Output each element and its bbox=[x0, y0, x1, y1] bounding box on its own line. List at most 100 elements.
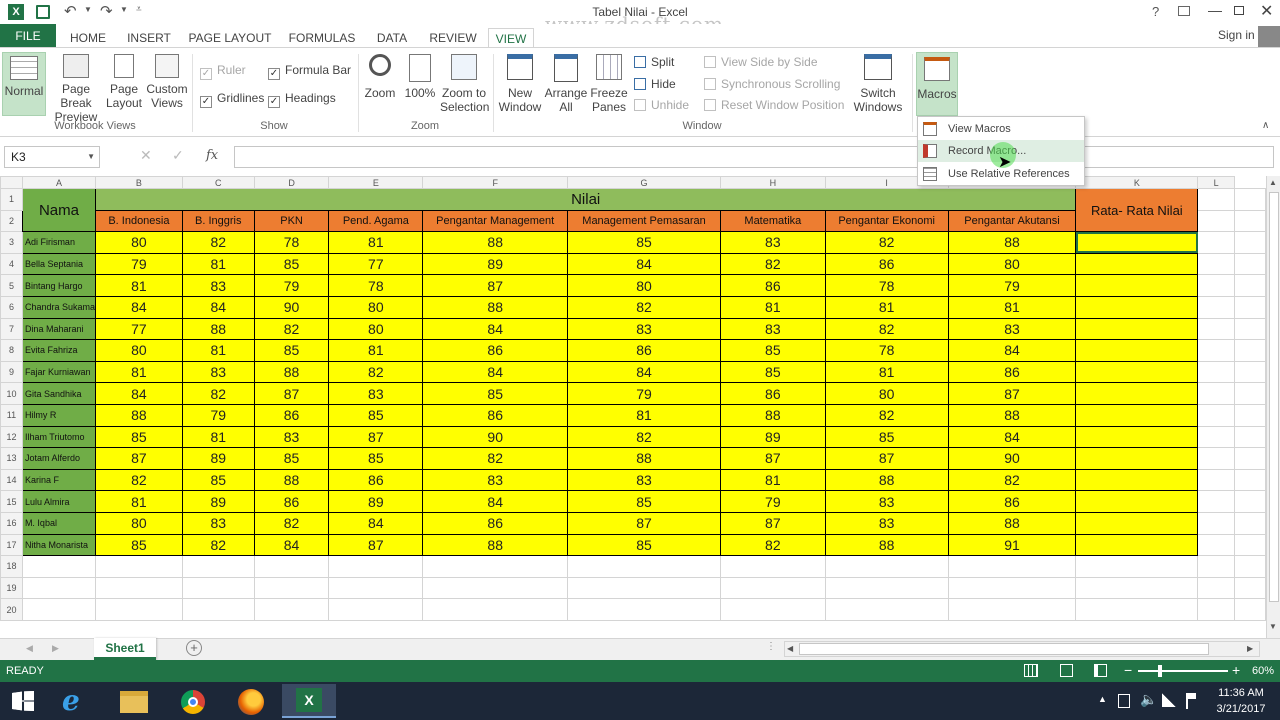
score-cell[interactable]: 88 bbox=[422, 295, 569, 319]
battery-icon[interactable] bbox=[1118, 694, 1130, 708]
cell[interactable] bbox=[1197, 403, 1236, 427]
cell[interactable] bbox=[1234, 598, 1266, 621]
average-cell[interactable] bbox=[1075, 425, 1199, 449]
column-header-l[interactable]: L bbox=[1197, 176, 1236, 189]
score-cell[interactable]: 86 bbox=[422, 339, 569, 362]
hscroll-thumb[interactable] bbox=[799, 643, 1209, 655]
cell[interactable] bbox=[1234, 188, 1266, 211]
student-name-cell[interactable]: Fajar Kurniawan bbox=[21, 360, 96, 384]
row-header[interactable]: 4 bbox=[0, 252, 23, 276]
score-cell[interactable]: 89 bbox=[328, 490, 424, 513]
zoom-100-button[interactable]: 100% bbox=[402, 54, 438, 100]
score-cell[interactable]: 84 bbox=[328, 511, 424, 535]
excel-taskbar-button[interactable]: X bbox=[282, 684, 336, 718]
subject-header-cell[interactable]: Pengantar Ekonomi bbox=[824, 209, 949, 233]
column-header-d[interactable]: D bbox=[253, 176, 330, 189]
row-header[interactable]: 8 bbox=[0, 339, 23, 362]
zoom-slider-thumb[interactable] bbox=[1158, 665, 1162, 677]
average-cell[interactable] bbox=[1075, 511, 1199, 535]
score-cell[interactable]: 80 bbox=[824, 382, 949, 405]
cell[interactable] bbox=[21, 555, 96, 578]
zoom-out-button[interactable]: − bbox=[1124, 662, 1132, 678]
scroll-left-tab-icon[interactable]: ◀ bbox=[26, 643, 33, 654]
score-cell[interactable]: 88 bbox=[719, 403, 826, 427]
cell[interactable] bbox=[567, 598, 721, 621]
average-cell[interactable] bbox=[1075, 490, 1199, 513]
cell[interactable] bbox=[422, 598, 569, 621]
score-cell[interactable]: 89 bbox=[181, 490, 255, 513]
column-header-g[interactable]: G bbox=[567, 176, 721, 189]
row-header[interactable]: 12 bbox=[0, 425, 23, 449]
score-cell[interactable]: 88 bbox=[94, 403, 183, 427]
cell[interactable] bbox=[1197, 252, 1236, 276]
zoom-to-selection-button[interactable]: Zoom to Selection bbox=[440, 54, 489, 114]
cell[interactable] bbox=[1197, 425, 1236, 449]
view-side-by-side-button[interactable]: View Side by Side bbox=[704, 54, 818, 70]
unhide-button[interactable]: Unhide bbox=[634, 97, 689, 113]
score-cell[interactable]: 78 bbox=[253, 231, 330, 254]
student-name-cell[interactable]: M. Iqbal bbox=[21, 511, 96, 535]
student-name-cell[interactable]: Dina Maharani bbox=[21, 317, 96, 341]
score-cell[interactable]: 81 bbox=[94, 490, 183, 513]
column-header-k[interactable]: K bbox=[1075, 176, 1199, 189]
formula-input[interactable] bbox=[234, 146, 1274, 168]
ribbon-display-options-icon[interactable] bbox=[1178, 6, 1190, 16]
score-cell[interactable]: 82 bbox=[328, 360, 424, 384]
page-layout-button[interactable]: Page Layout bbox=[104, 54, 144, 110]
cell[interactable] bbox=[1234, 555, 1266, 578]
cell[interactable] bbox=[824, 576, 949, 600]
score-cell[interactable]: 88 bbox=[422, 231, 569, 254]
row-header[interactable]: 18 bbox=[0, 555, 23, 578]
score-cell[interactable]: 85 bbox=[328, 403, 424, 427]
freeze-panes-button[interactable]: Freeze Panes bbox=[588, 54, 630, 114]
score-cell[interactable]: 86 bbox=[947, 490, 1077, 513]
tab-formulas[interactable]: FORMULAS bbox=[284, 28, 360, 48]
score-cell[interactable]: 86 bbox=[328, 468, 424, 492]
student-name-cell[interactable]: Karina F bbox=[21, 468, 96, 492]
student-name-cell[interactable]: Ilham Triutomo bbox=[21, 425, 96, 449]
score-cell[interactable]: 83 bbox=[824, 490, 949, 513]
score-cell[interactable]: 79 bbox=[567, 382, 721, 405]
average-cell[interactable] bbox=[1075, 382, 1199, 405]
score-cell[interactable]: 81 bbox=[181, 252, 255, 276]
cell[interactable] bbox=[1234, 425, 1266, 449]
restore-button[interactable] bbox=[1234, 6, 1244, 15]
page-break-status-icon[interactable] bbox=[1094, 664, 1107, 677]
score-cell[interactable]: 84 bbox=[94, 382, 183, 405]
average-cell[interactable] bbox=[1075, 274, 1199, 297]
tab-home[interactable]: HOME bbox=[66, 28, 110, 48]
sheet-options-icon[interactable]: ⋮ bbox=[766, 641, 776, 652]
page-break-preview-button[interactable]: Page Break Preview bbox=[52, 54, 100, 124]
cell[interactable] bbox=[1234, 252, 1266, 276]
undo-dropdown-icon[interactable]: ▼ bbox=[84, 5, 92, 14]
average-cell[interactable] bbox=[1075, 533, 1199, 557]
score-cell[interactable]: 83 bbox=[253, 425, 330, 449]
cell[interactable] bbox=[181, 555, 255, 578]
score-cell[interactable]: 83 bbox=[824, 511, 949, 535]
student-name-cell[interactable]: Bella Septania bbox=[21, 252, 96, 276]
score-cell[interactable]: 87 bbox=[328, 425, 424, 449]
cell[interactable] bbox=[181, 598, 255, 621]
score-cell[interactable]: 87 bbox=[719, 511, 826, 535]
score-cell[interactable]: 82 bbox=[94, 468, 183, 492]
arrange-all-button[interactable]: Arrange All bbox=[544, 54, 588, 114]
row-header[interactable]: 19 bbox=[0, 576, 23, 600]
subject-header-cell[interactable]: PKN bbox=[253, 209, 330, 233]
tab-page-layout[interactable]: PAGE LAYOUT bbox=[186, 28, 274, 48]
action-center-icon[interactable] bbox=[1186, 693, 1196, 709]
cell[interactable] bbox=[1197, 598, 1236, 621]
row-header[interactable]: 11 bbox=[0, 403, 23, 427]
name-box[interactable]: K3 ▼ bbox=[4, 146, 100, 168]
cell[interactable] bbox=[94, 555, 183, 578]
score-cell[interactable]: 85 bbox=[328, 447, 424, 470]
cell[interactable] bbox=[1234, 231, 1266, 254]
tab-file[interactable]: FILE bbox=[0, 24, 56, 48]
normal-view-button[interactable]: Normal bbox=[2, 52, 46, 116]
score-cell[interactable]: 88 bbox=[181, 317, 255, 341]
cell[interactable] bbox=[1197, 576, 1236, 600]
score-cell[interactable]: 90 bbox=[422, 425, 569, 449]
score-cell[interactable]: 82 bbox=[824, 317, 949, 341]
scroll-down-icon[interactable]: ▼ bbox=[1269, 622, 1277, 631]
cell[interactable] bbox=[1075, 555, 1199, 578]
chevron-down-icon[interactable]: ▼ bbox=[87, 147, 95, 167]
